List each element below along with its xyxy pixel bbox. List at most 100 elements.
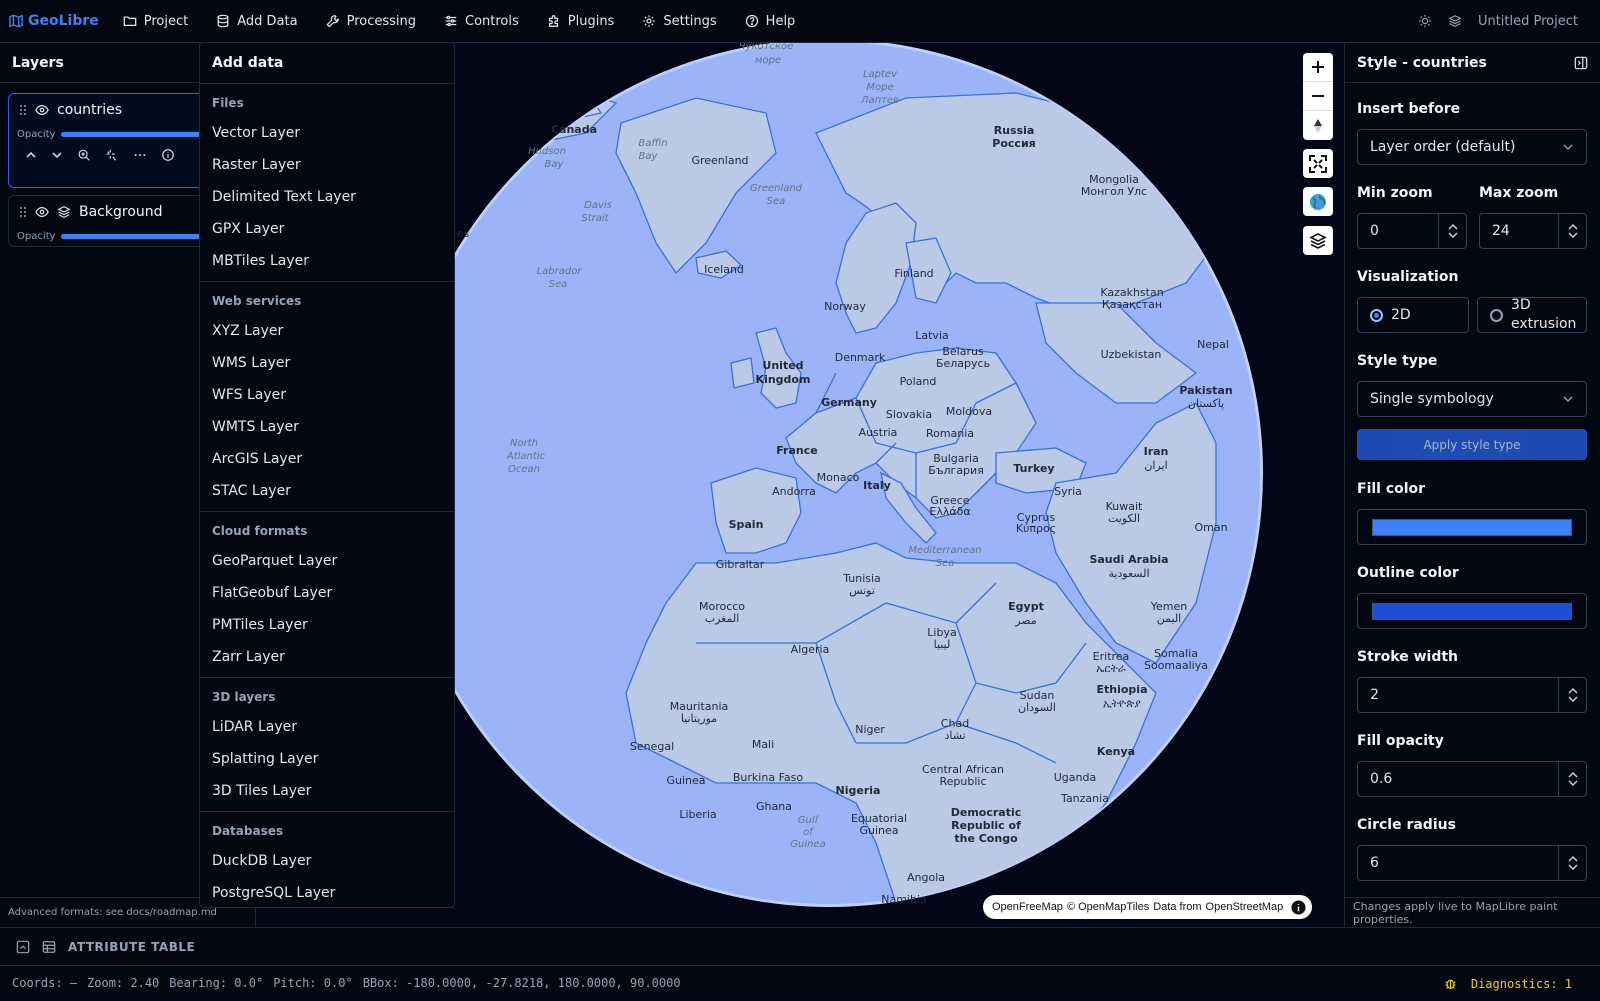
zoom-out-button[interactable]	[1303, 82, 1333, 111]
map-label: Slovakia	[886, 408, 932, 421]
project-name[interactable]: Untitled Project	[1478, 14, 1578, 29]
chevron-down-icon[interactable]	[1568, 232, 1578, 239]
fill-color-picker[interactable]	[1357, 509, 1587, 545]
chevron-up-icon[interactable]	[1568, 223, 1578, 230]
more-options-icon[interactable]	[133, 148, 147, 162]
map-label: Iceland	[704, 263, 744, 276]
circle-radius-input[interactable]: 6	[1357, 845, 1587, 881]
compass-button[interactable]	[1303, 111, 1333, 140]
attribute-table-tab[interactable]: ATTRIBUTE TABLE	[68, 940, 195, 954]
fullscreen-button[interactable]	[1303, 149, 1333, 178]
menu-processing[interactable]: Processing	[312, 0, 430, 43]
map-label: Oman	[1194, 521, 1227, 534]
menu-item-3d-tiles-layer[interactable]: 3D Tiles Layer	[200, 775, 454, 807]
map-label: Laptev	[863, 69, 898, 80]
map-label: Чукотское	[739, 43, 794, 52]
chevron-up-icon[interactable]	[1568, 771, 1578, 778]
move-up-chevron-icon[interactable]	[25, 149, 37, 161]
chevron-down-icon	[1562, 141, 1574, 153]
move-down-chevron-icon[interactable]	[51, 149, 63, 161]
map-label: ایران	[1144, 459, 1167, 472]
chevron-down-icon[interactable]	[1448, 232, 1458, 239]
theme-toggle-sun-icon[interactable]	[1418, 14, 1432, 28]
toggle-panel-icon[interactable]	[16, 940, 30, 954]
opacity-label: Opacity	[17, 128, 56, 140]
menu-item-arcgis-layer[interactable]: ArcGIS Layer	[200, 443, 454, 475]
menu-item-delimited-text-layer[interactable]: Delimited Text Layer	[200, 181, 454, 213]
menu-plugins[interactable]: Plugins	[533, 0, 629, 43]
chevron-down-icon[interactable]	[1568, 696, 1578, 703]
menu-item-lidar-layer[interactable]: LiDAR Layer	[200, 711, 454, 743]
stroke-width-input[interactable]: 2	[1357, 677, 1587, 713]
chevron-up-icon[interactable]	[1568, 687, 1578, 694]
attribution-info-icon[interactable]	[1291, 899, 1306, 915]
menu-controls-label: Controls	[465, 13, 519, 29]
menu-controls[interactable]: Controls	[430, 0, 533, 43]
globe-toggle-button[interactable]	[1303, 187, 1333, 216]
map-label: Liberia	[679, 808, 716, 821]
style-sparkle-icon[interactable]	[105, 148, 119, 162]
menu-item-wmts-layer[interactable]: WMTS Layer	[200, 411, 454, 443]
menu-item-raster-layer[interactable]: Raster Layer	[200, 149, 454, 181]
visibility-eye-icon[interactable]	[35, 205, 49, 219]
menu-item-zarr-layer[interactable]: Zarr Layer	[200, 641, 454, 673]
menu-item-duckdb-layer[interactable]: DuckDB Layer	[200, 845, 454, 877]
menu-item-stac-layer[interactable]: STAC Layer	[200, 475, 454, 507]
menu-item-vector-layer[interactable]: Vector Layer	[200, 117, 454, 149]
menu-item-geoparquet-layer[interactable]: GeoParquet Layer	[200, 545, 454, 577]
stroke-width-stepper[interactable]	[1558, 678, 1586, 712]
menu-item-postgresql-layer[interactable]: PostgreSQL Layer	[200, 877, 454, 907]
menu-item-gpx-layer[interactable]: GPX Layer	[200, 213, 454, 245]
fill-opacity-stepper[interactable]	[1558, 762, 1586, 796]
visualization-label: Visualization	[1357, 269, 1459, 285]
min-zoom-stepper[interactable]	[1438, 214, 1466, 248]
attribution-link[interactable]: OpenFreeMap	[992, 901, 1063, 913]
menu-add-data[interactable]: Add Data	[202, 0, 311, 43]
app-brand[interactable]: GeoLibre	[9, 13, 99, 29]
layer-switcher-button[interactable]	[1303, 226, 1333, 255]
chevron-up-icon[interactable]	[1568, 855, 1578, 862]
visualization-3d-radio[interactable]: 3D extrusion	[1477, 297, 1587, 333]
menu-help[interactable]: Help	[731, 0, 810, 43]
menu-item-mbtiles-layer[interactable]: MBTiles Layer	[200, 245, 454, 277]
insert-before-select[interactable]: Layer order (default)	[1357, 129, 1587, 165]
max-zoom-input[interactable]: 24	[1479, 213, 1587, 249]
menu-item-wfs-layer[interactable]: WFS Layer	[200, 379, 454, 411]
map-label: Ελλάδα	[929, 505, 970, 518]
collapse-panel-icon[interactable]	[1574, 56, 1588, 70]
menu-item-xyz-layer[interactable]: XYZ Layer	[200, 315, 454, 347]
menu-item-flatgeobuf-layer[interactable]: FlatGeobuf Layer	[200, 577, 454, 609]
menu-project[interactable]: Project	[109, 0, 202, 43]
menu-group-label: Files	[212, 95, 244, 110]
drag-handle-icon[interactable]	[19, 206, 27, 218]
menu-item-splatting-layer[interactable]: Splatting Layer	[200, 743, 454, 775]
outline-color-picker[interactable]	[1357, 593, 1587, 629]
opacity-slider-fill	[61, 131, 208, 137]
map-label: Greenland	[750, 183, 803, 194]
max-zoom-stepper[interactable]	[1558, 214, 1586, 248]
min-zoom-input[interactable]: 0	[1357, 213, 1467, 249]
chevron-up-icon[interactable]	[1448, 223, 1458, 230]
attribution-link[interactable]: OpenStreetMap	[1206, 901, 1284, 913]
attribution-link[interactable]: © OpenMapTiles	[1067, 901, 1149, 913]
layers-stack-icon[interactable]	[1448, 14, 1462, 28]
menu-settings[interactable]: Settings	[628, 0, 730, 43]
visualization-2d-radio[interactable]: 2D	[1357, 297, 1469, 333]
menu-item-wms-layer[interactable]: WMS Layer	[200, 347, 454, 379]
zoom-to-layer-icon[interactable]	[77, 148, 91, 162]
diagnostics-button[interactable]: Diagnostics: 1	[1444, 966, 1582, 1001]
info-icon[interactable]	[161, 148, 175, 162]
map-label: Greenland	[691, 154, 748, 167]
drag-handle-icon[interactable]	[19, 104, 27, 116]
map-label: Pakistan	[1179, 384, 1232, 397]
map-label: Baffin	[638, 138, 667, 149]
zoom-in-button[interactable]	[1303, 53, 1333, 82]
visibility-eye-icon[interactable]	[35, 103, 49, 117]
apply-style-type-button[interactable]: Apply style type	[1357, 429, 1587, 460]
circle-radius-stepper[interactable]	[1558, 846, 1586, 880]
chevron-down-icon[interactable]	[1568, 780, 1578, 787]
menu-item-pmtiles-layer[interactable]: PMTiles Layer	[200, 609, 454, 641]
style-type-select[interactable]: Single symbology	[1357, 381, 1587, 417]
chevron-down-icon[interactable]	[1568, 864, 1578, 871]
fill-opacity-input[interactable]: 0.6	[1357, 761, 1587, 797]
